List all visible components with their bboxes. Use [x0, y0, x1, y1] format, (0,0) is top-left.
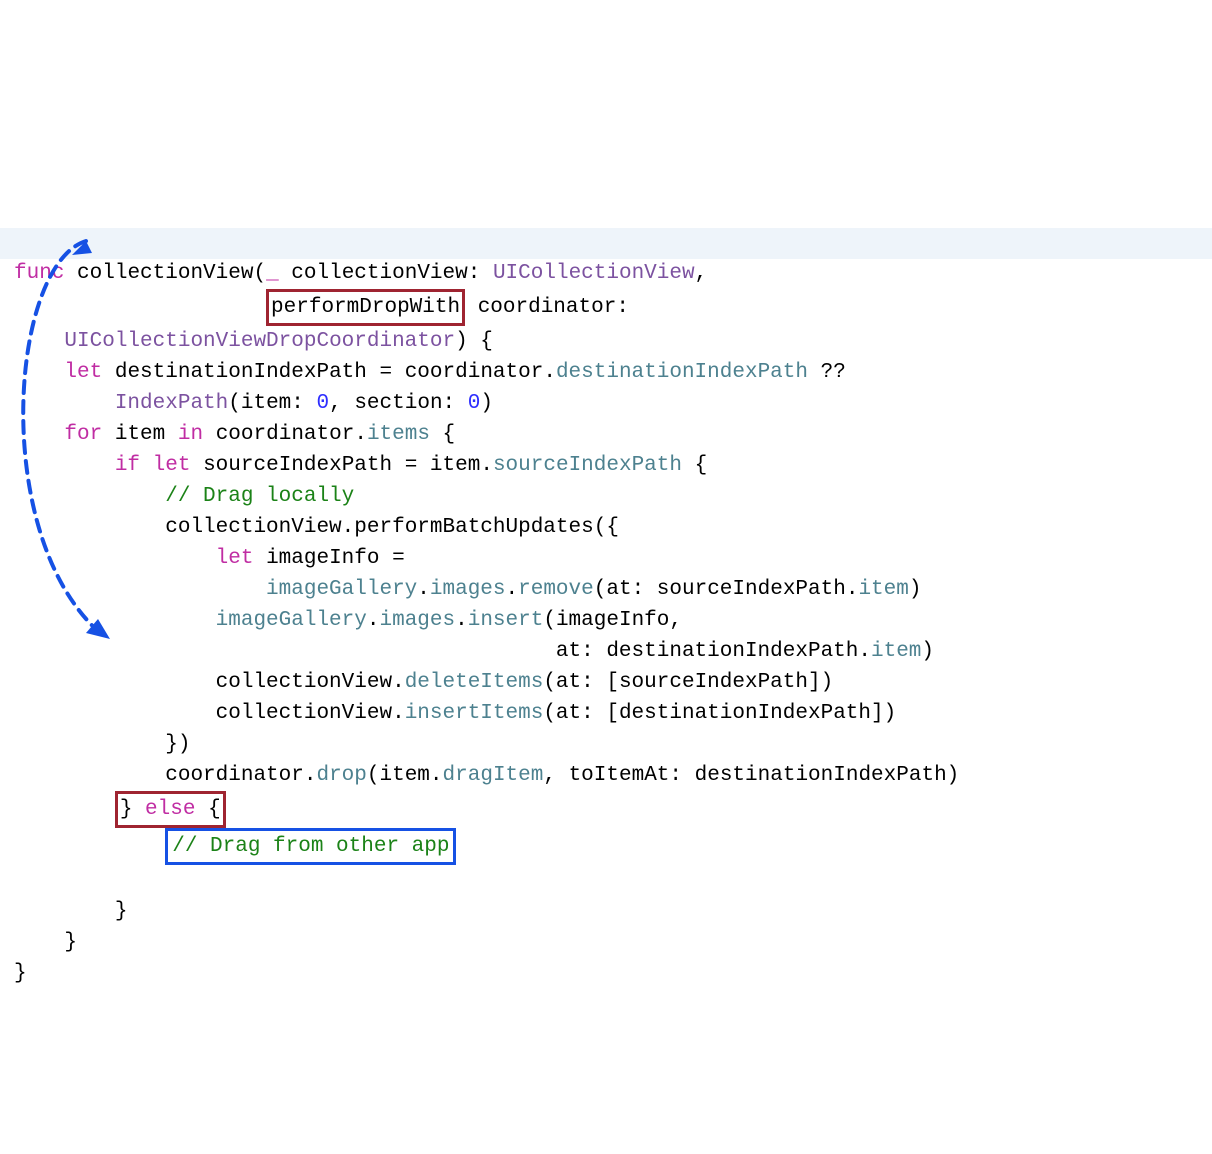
type-IndexPath: IndexPath: [115, 392, 228, 415]
highlight-performDropWith: performDropWith: [266, 289, 465, 326]
label-toItemAt: toItemAt: [569, 764, 670, 787]
highlight-drag-other: // Drag from other app: [165, 828, 456, 865]
keyword-in: in: [178, 423, 203, 446]
ident-destinationIndexPath: destinationIndexPath: [115, 361, 367, 384]
ident-coordinator2: coordinator: [216, 423, 355, 446]
param-collectionView: collectionView: [291, 262, 467, 285]
mem-deleteItems: deleteItems: [405, 671, 544, 694]
label-at1: at: [606, 578, 631, 601]
ident-destinationIndexPath2: destinationIndexPath: [606, 640, 858, 663]
mem-insertItems: insertItems: [405, 702, 544, 725]
keyword-let2: let: [153, 454, 191, 477]
num-zero1: 0: [317, 392, 330, 415]
ident-item: item: [115, 423, 165, 446]
keyword-let3: let: [216, 547, 254, 570]
label-performDropWith: performDropWith: [271, 296, 460, 319]
label-section: section: [354, 392, 442, 415]
label-at3: at: [556, 671, 581, 694]
keyword-func: func: [14, 262, 64, 285]
mem-imageGallery2: imageGallery: [216, 609, 367, 632]
mem-destinationIndexPath: destinationIndexPath: [556, 361, 808, 384]
ident-performBatchUpdates: performBatchUpdates: [354, 516, 593, 539]
mem-items: items: [367, 423, 430, 446]
ident-collectionView2: collectionView: [165, 516, 341, 539]
keyword-if: if: [115, 454, 140, 477]
label-at4: at: [556, 702, 581, 725]
code-snippet: func collectionView(_ collectionView: UI…: [14, 258, 1198, 989]
keyword-else: else: [145, 798, 195, 821]
label-item: item: [241, 392, 291, 415]
keyword-let: let: [64, 361, 102, 384]
highlight-else: } else {: [115, 791, 226, 828]
mem-item: item: [858, 578, 908, 601]
param-coordinator: coordinator: [478, 296, 617, 319]
ident-imageInfo: imageInfo: [266, 547, 379, 570]
ident-collectionView3: collectionView: [216, 671, 392, 694]
ident-sourceIndexPath2: sourceIndexPath: [657, 578, 846, 601]
mem-drop: drop: [316, 764, 366, 787]
ident-sourceIndexPath: sourceIndexPath: [203, 454, 392, 477]
mem-dragItem: dragItem: [443, 764, 544, 787]
mem-item2: item: [871, 640, 921, 663]
keyword-for: for: [64, 423, 102, 446]
comment-drag-locally: // Drag locally: [165, 485, 354, 508]
label-at2: at: [556, 640, 581, 663]
mem-images: images: [430, 578, 506, 601]
type-UICollectionViewDropCoordinator: UICollectionViewDropCoordinator: [64, 330, 455, 353]
mem-insert: insert: [468, 609, 544, 632]
ident-destinationIndexPath4: destinationIndexPath: [695, 764, 947, 787]
num-zero2: 0: [468, 392, 481, 415]
ident-item3: item: [380, 764, 430, 787]
ident-collectionView: collectionView: [77, 262, 253, 285]
underscore: _: [266, 262, 279, 285]
ident-collectionView4: collectionView: [216, 702, 392, 725]
ident-sourceIndexPath3: sourceIndexPath: [619, 671, 808, 694]
mem-remove: remove: [518, 578, 594, 601]
ident-destinationIndexPath3: destinationIndexPath: [619, 702, 871, 725]
line-highlight: [0, 228, 1212, 259]
mem-imageGallery: imageGallery: [266, 578, 417, 601]
mem-images2: images: [379, 609, 455, 632]
comment-drag-other: // Drag from other app: [172, 835, 449, 858]
mem-sourceIndexPath: sourceIndexPath: [493, 454, 682, 477]
ident-item2: item: [430, 454, 480, 477]
ident-coordinator3: coordinator: [165, 764, 304, 787]
type-UICollectionView: UICollectionView: [493, 262, 695, 285]
ident-coordinator: coordinator: [405, 361, 544, 384]
ident-imageInfo2: imageInfo: [556, 609, 669, 632]
